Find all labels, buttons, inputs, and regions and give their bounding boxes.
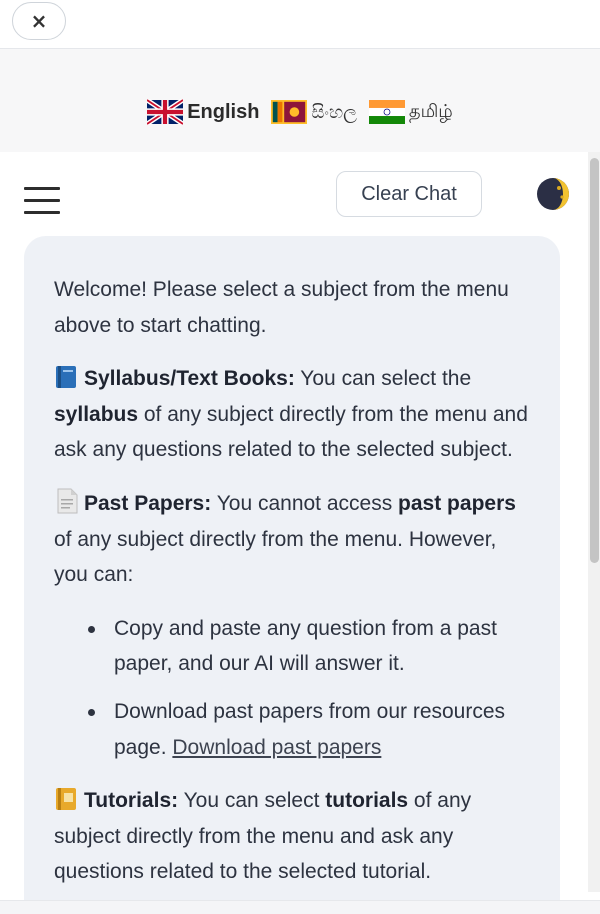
syllabus-heading: Syllabus/Text Books: <box>84 367 295 391</box>
language-label: සිංහල <box>311 101 357 123</box>
past-papers-bold: past papers <box>398 491 516 515</box>
past-papers-text: You cannot access <box>211 491 399 515</box>
syllabus-text: You can select the <box>294 367 472 391</box>
sri-lanka-flag-icon <box>271 100 308 124</box>
tutorials-heading: Tutorials: <box>84 789 179 813</box>
tutorials-text: You can select <box>178 789 326 813</box>
moon-icon[interactable] <box>536 177 570 211</box>
syllabus-bold: syllabus <box>54 402 139 426</box>
download-past-papers-link[interactable]: Download past papers <box>172 736 381 759</box>
language-option-tamil[interactable]: தமிழ் <box>368 99 453 125</box>
hamburger-menu-icon[interactable] <box>24 187 60 215</box>
list-item: Download past papers from our resources … <box>88 694 534 765</box>
past-papers-section: Past Papers: You cannot access past pape… <box>54 486 534 593</box>
scrollbar-thumb[interactable] <box>590 158 599 563</box>
clear-chat-button[interactable]: Clear Chat <box>336 171 482 217</box>
list-item: Copy and paste any question from a past … <box>88 611 534 682</box>
india-flag-icon <box>368 100 405 124</box>
tutorials-section: Tutorials: You can select tutorials of a… <box>54 783 534 890</box>
past-papers-heading: Past Papers: <box>84 491 212 515</box>
close-icon: × <box>30 9 48 33</box>
input-area-edge <box>0 900 600 914</box>
welcome-message-card: Welcome! Please select a subject from th… <box>24 236 560 914</box>
yellow-notebook-icon <box>56 788 76 811</box>
tutorials-bold: tutorials <box>325 789 409 813</box>
page: × English සිංහල தமிழ் Clear Chat Welcome… <box>0 0 600 914</box>
language-label: English <box>187 100 260 123</box>
welcome-message-content: Welcome! Please select a subject from th… <box>54 272 534 908</box>
document-icon <box>57 488 78 514</box>
language-option-english[interactable]: English <box>147 99 259 125</box>
language-label: தமிழ் <box>408 100 453 122</box>
syllabus-section: Syllabus/Text Books: You can select the … <box>54 361 534 468</box>
top-bar: × <box>0 0 600 49</box>
close-button[interactable]: × <box>12 2 66 40</box>
past-papers-options-list: Copy and paste any question from a past … <box>54 611 534 765</box>
blue-book-icon <box>56 366 76 389</box>
language-bar: English සිංහල தமிழ் <box>0 49 600 152</box>
uk-flag-icon <box>147 99 184 125</box>
past-papers-text: of any subject directly from the menu. H… <box>54 527 497 587</box>
language-selector: English සිංහල தமிழ் <box>0 95 600 129</box>
welcome-intro: Welcome! Please select a subject from th… <box>54 278 509 337</box>
language-option-sinhala[interactable]: සිංහල <box>271 99 357 125</box>
